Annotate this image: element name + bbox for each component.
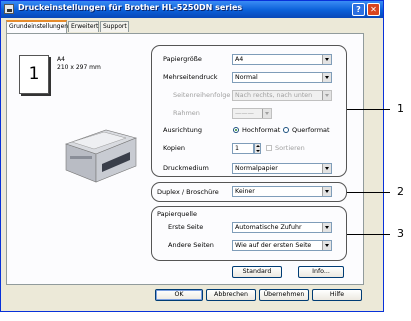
kopien-input[interactable]: 1 [232,143,254,154]
chevron-down-icon [322,164,331,173]
printer-image [65,129,137,183]
abbrechen-button[interactable]: Abbrechen [206,289,256,301]
callout-line-2 [347,192,390,193]
spin-up-icon [256,145,260,147]
papiergroesse-label: Papiergröße [163,55,202,63]
seitenreihenfolge-select[interactable]: Nach rechts, nach unten [232,90,332,101]
preview-page-number: 1 [28,64,40,84]
kopien-value: 1 [235,145,240,152]
title-bar: Druckeinstellungen für Brother HL-5250DN… [1,1,383,18]
ausrichtung-label: Ausrichtung [163,126,203,134]
info-button[interactable]: Info... [298,266,344,278]
andere-seiten-label: Andere Seiten [168,241,214,249]
chevron-down-icon [322,55,331,64]
mehrseitendruck-label: Mehrseitendruck [163,73,218,81]
chevron-down-icon [322,241,331,250]
rahmen-value: ——— [235,110,254,117]
printer-icon [4,4,14,14]
callout-2: 2 [397,185,404,198]
ok-button[interactable]: OK [155,289,203,301]
duplex-select[interactable]: Keiner [232,186,332,197]
kopien-label: Kopien [163,144,185,152]
uebernehmen-button[interactable]: Übernehmen [259,289,309,301]
callout-3: 3 [397,227,404,240]
papiergroesse-value: A4 [235,56,244,63]
hochformat-radio[interactable] [233,127,239,133]
tab-support[interactable]: Support [100,21,129,32]
querformat-label: Querformat [292,126,330,134]
papierquelle-title: Papierquelle [157,210,197,218]
chevron-down-icon [322,187,331,196]
tab-erweitert[interactable]: Erweitert [68,21,99,32]
andere-seiten-select[interactable]: Wie auf der ersten Seite [232,240,332,251]
preview-paper-name: A4 [57,56,65,63]
erste-seite-label: Erste Seite [168,223,204,231]
erste-seite-value: Automatische Zufuhr [235,224,302,231]
duplex-label: Duplex / Broschüre [157,188,219,196]
mehrseitendruck-value: Normal [235,74,258,81]
close-button[interactable]: ✕ [367,3,380,16]
chevron-down-icon [322,73,331,82]
chevron-down-icon [262,109,271,118]
sortieren-label: Sortieren [275,144,305,152]
page-preview: 1 [19,55,49,94]
callout-line-3 [347,234,390,235]
rahmen-select[interactable]: ——— [232,108,272,119]
standard-button[interactable]: Standard [232,266,282,278]
druckmedium-select[interactable]: Normalpapier [232,163,332,174]
window-title: Druckeinstellungen für Brother HL-5250DN… [18,3,243,12]
erste-seite-select[interactable]: Automatische Zufuhr [232,222,332,233]
sortieren-checkbox[interactable] [266,145,272,151]
seitenreihenfolge-label: Seitenreihenfolge [173,91,231,99]
mehrseitendruck-select[interactable]: Normal [232,72,332,83]
callout-line-1 [347,109,390,110]
papiergroesse-select[interactable]: A4 [232,54,332,65]
seitenreihenfolge-value: Nach rechts, nach unten [235,92,313,99]
chevron-down-icon [322,223,331,232]
andere-seiten-value: Wie auf der ersten Seite [235,242,312,249]
rahmen-label: Rahmen [173,109,200,117]
preview-paper-size: 210 x 297 mm [57,64,101,71]
hochformat-label: Hochformat [242,126,281,134]
duplex-value: Keiner [235,188,255,195]
druckmedium-value: Normalpapier [235,165,278,172]
druckmedium-label: Druckmedium [163,164,209,172]
kopien-spinner[interactable] [254,143,261,154]
help-title-button[interactable]: ? [352,3,365,16]
querformat-radio[interactable] [283,127,289,133]
chevron-down-icon [322,91,331,100]
spin-down-icon [256,150,260,152]
callout-1: 1 [397,102,404,115]
hilfe-button[interactable]: Hilfe [312,289,362,301]
tab-grundeinstellungen[interactable]: Grundeinstellungen [6,20,68,33]
